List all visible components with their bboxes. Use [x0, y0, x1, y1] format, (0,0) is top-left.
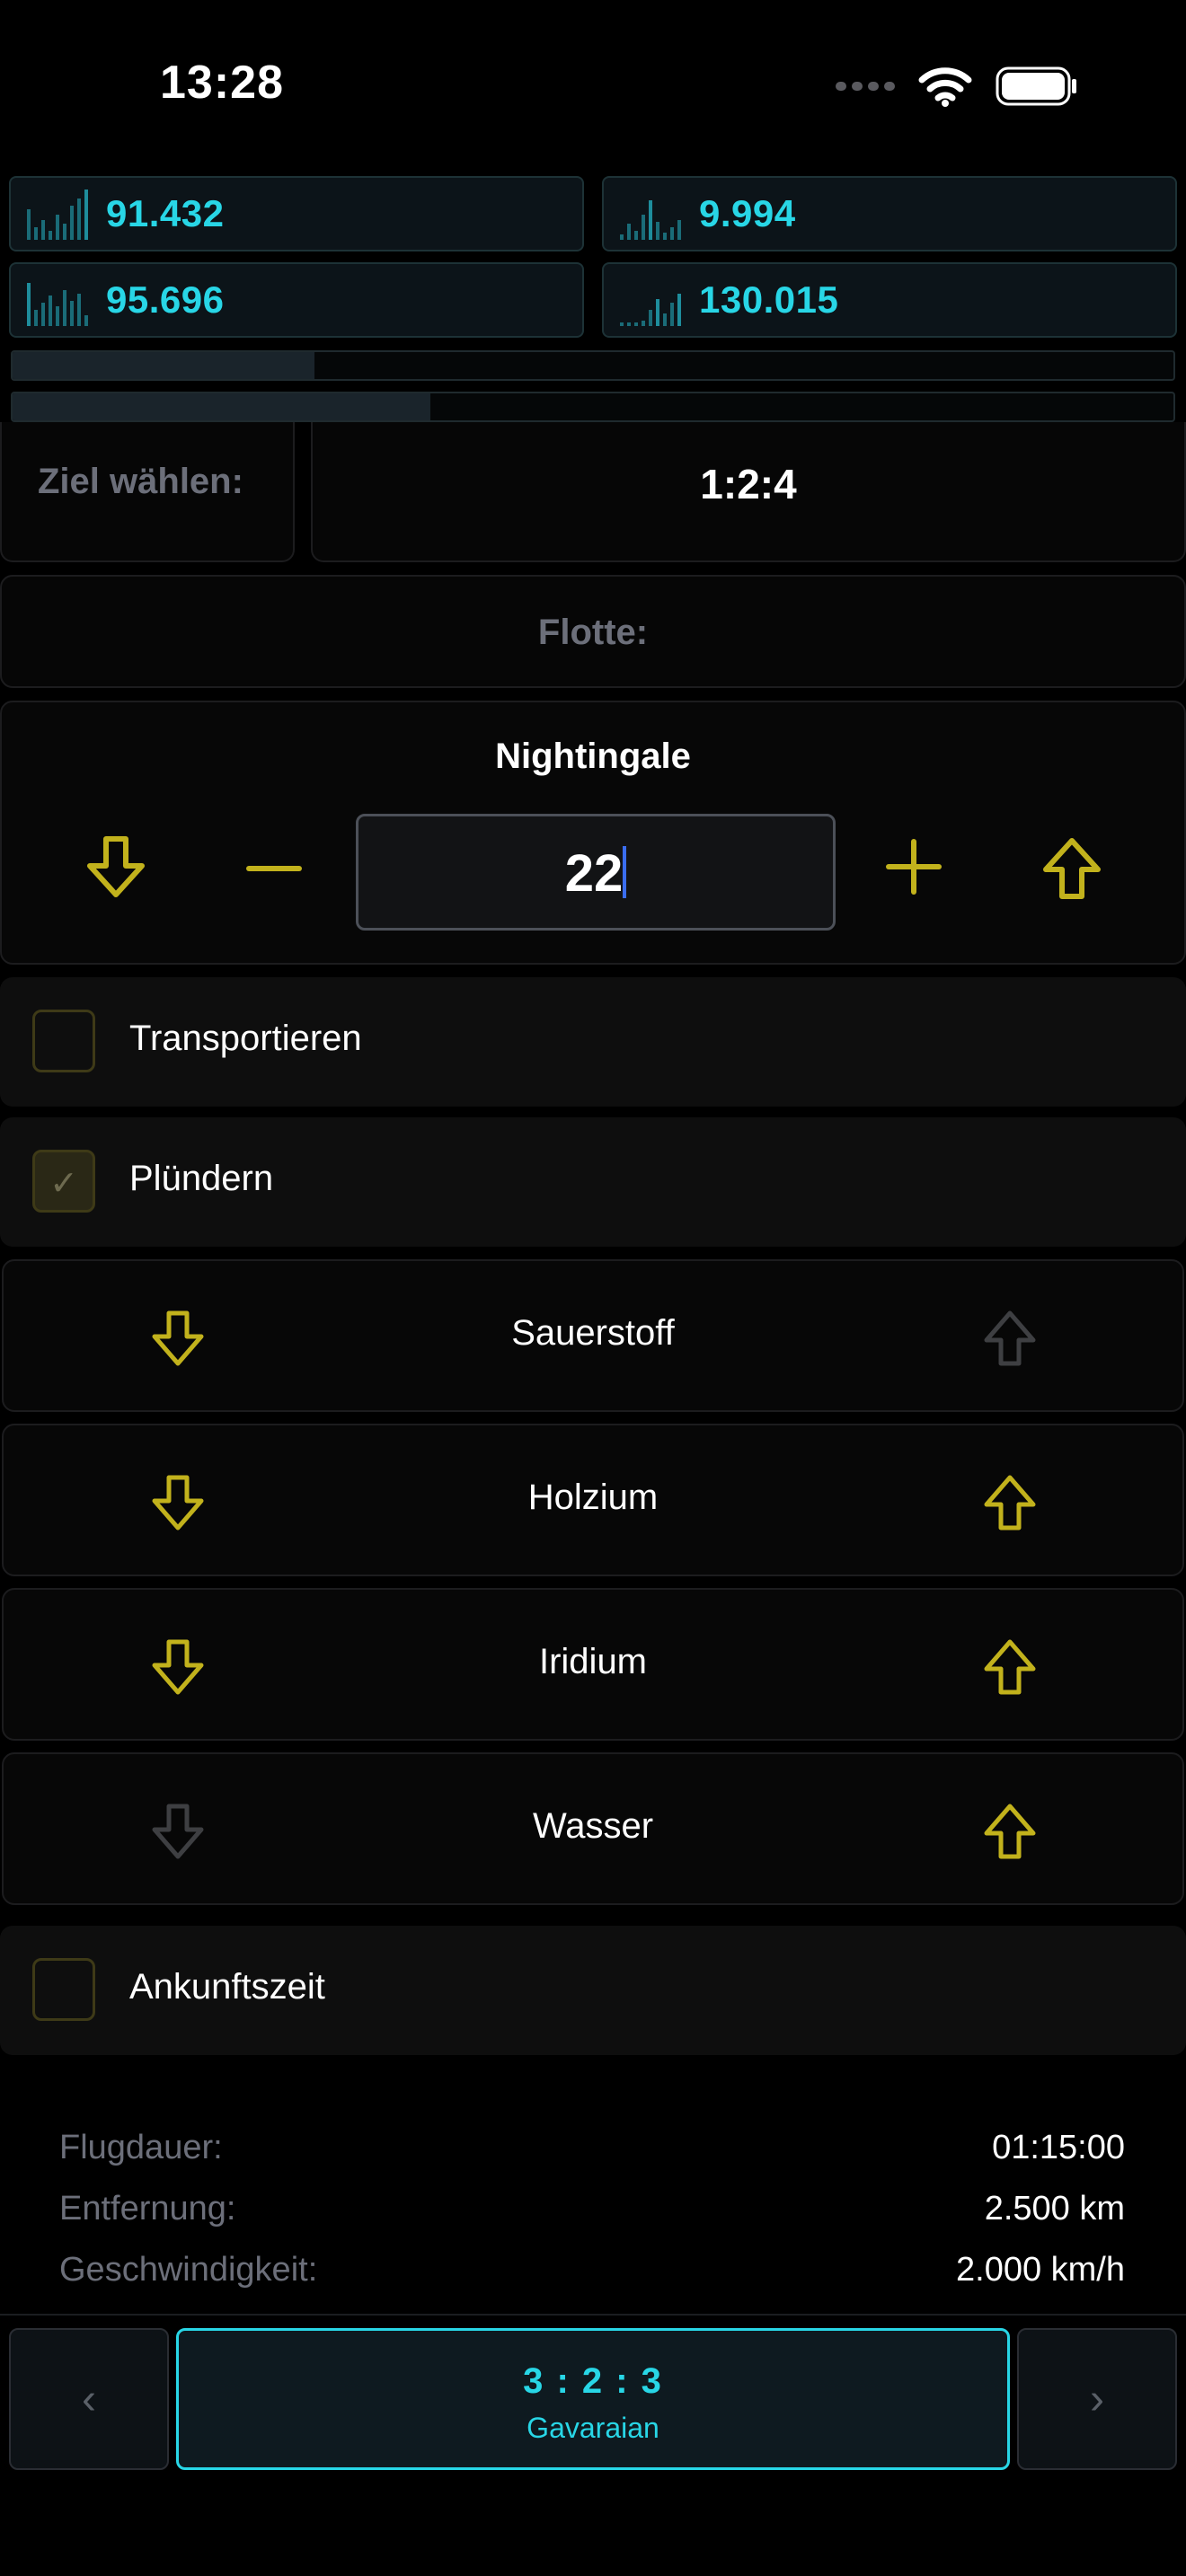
resource-tile-4[interactable]: 130.015 — [602, 262, 1177, 338]
bar-chart-icon — [27, 190, 88, 240]
wifi-icon — [918, 67, 972, 107]
arrow-up-icon[interactable] — [981, 1638, 1039, 1696]
arrow-up-icon[interactable] — [981, 1803, 1039, 1860]
resource-row-iridium: Iridium — [2, 1588, 1184, 1741]
resource-tile-1[interactable]: 91.432 — [9, 176, 584, 251]
arrow-up-icon[interactable] — [981, 1474, 1039, 1531]
fleet-header: Flotte: — [0, 575, 1186, 688]
speed-label: Geschwindigkeit: — [59, 2251, 318, 2289]
storage-progress-bar — [11, 350, 1175, 381]
distance-label: Entfernung: — [59, 2190, 236, 2228]
resource-value: 130.015 — [699, 278, 839, 321]
arrival-option[interactable]: Ankunftszeit — [0, 1926, 1186, 2055]
current-planet-button[interactable]: 3 : 2 : 3 Gavaraian — [176, 2328, 1010, 2470]
resource-tile-3[interactable]: 95.696 — [9, 262, 584, 338]
arrival-label: Ankunftszeit — [129, 1967, 325, 2007]
fleet-label: Flotte: — [537, 613, 649, 652]
ship-name: Nightingale — [495, 737, 691, 776]
transport-option[interactable]: Transportieren — [0, 977, 1186, 1107]
storage-progress-bar — [11, 392, 1175, 422]
battery-icon — [996, 66, 1076, 106]
resource-value: 91.432 — [106, 192, 225, 234]
checkmark-icon: ✓ — [49, 1165, 78, 1203]
plunder-checkbox[interactable]: ✓ — [32, 1150, 95, 1213]
target-label: Ziel wählen: — [38, 462, 243, 501]
chevron-right-icon: › — [1090, 2375, 1104, 2423]
bar-chart-icon — [27, 283, 88, 326]
resource-row-wasser: Wasser — [2, 1752, 1184, 1905]
target-coordinates-field[interactable]: 1:2:4 — [311, 422, 1186, 562]
resource-value: 9.994 — [699, 192, 796, 234]
arrival-checkbox[interactable] — [32, 1958, 95, 2021]
target-coordinates: 1:2:4 — [700, 461, 797, 507]
planet-name: Gavaraian — [527, 2412, 659, 2444]
quantity-text: 22 — [564, 844, 624, 903]
progress-fill — [13, 352, 314, 379]
transport-label: Transportieren — [129, 1019, 362, 1058]
bar-chart-icon — [620, 294, 681, 326]
status-time: 13:28 — [160, 57, 284, 109]
quantity-value: 22 — [358, 843, 833, 904]
arrow-up-icon — [984, 1310, 1036, 1366]
duration-label: Flugdauer: — [59, 2129, 223, 2166]
quantity-input[interactable]: 22 — [356, 814, 836, 931]
resource-tile-2[interactable]: 9.994 — [602, 176, 1177, 251]
progress-fill — [13, 393, 431, 420]
chevron-left-icon: ‹ — [82, 2375, 96, 2423]
plunder-option[interactable]: ✓ Plündern — [0, 1117, 1186, 1247]
divider — [0, 2314, 1186, 2316]
next-planet-button[interactable]: › — [1017, 2328, 1177, 2470]
ship-panel: Nightingale 22 — [0, 701, 1186, 965]
status-icons — [836, 63, 1078, 110]
resource-value: 95.696 — [106, 278, 225, 321]
plus-icon[interactable] — [886, 839, 942, 895]
previous-planet-button[interactable]: ‹ — [9, 2328, 169, 2470]
resource-row-sauerstoff: Sauerstoff — [2, 1259, 1184, 1412]
arrow-up-icon[interactable] — [1040, 835, 1103, 900]
speed-value: 2.000 km/h — [956, 2251, 1125, 2289]
cellular-signal-icon — [836, 82, 895, 91]
planet-coordinates: 3 : 2 : 3 — [523, 2361, 663, 2401]
resource-row-holzium: Holzium — [2, 1424, 1184, 1576]
transport-checkbox[interactable] — [32, 1010, 95, 1072]
plunder-label: Plündern — [129, 1159, 274, 1198]
distance-value: 2.500 km — [984, 2190, 1125, 2228]
bar-chart-icon — [620, 200, 681, 240]
duration-value: 01:15:00 — [992, 2129, 1125, 2166]
arrow-down-icon[interactable] — [84, 835, 147, 900]
text-cursor — [623, 846, 627, 898]
minus-icon[interactable] — [246, 864, 302, 873]
target-label-box: Ziel wählen: — [0, 422, 295, 562]
